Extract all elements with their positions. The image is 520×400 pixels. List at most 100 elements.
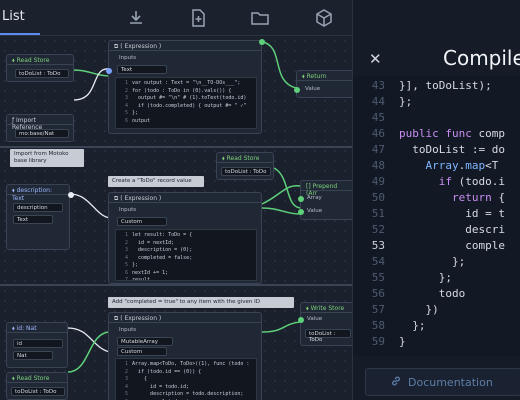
line-number: 5: [124, 262, 128, 268]
code-text: };: [132, 110, 139, 116]
prepend-node[interactable]: [] Prepend (Arr Array Value: [298, 180, 352, 220]
write-store-node[interactable]: ⬧ Write Store Value toDoList : ToDo: [298, 302, 352, 346]
code-text: id = todo.id;: [132, 383, 190, 390]
inputs-label: Inputs: [119, 207, 137, 213]
input-type-select[interactable]: Custom: [117, 347, 167, 356]
node-header: ⬧ Read Store: [217, 153, 273, 163]
code-line: 5};: [118, 262, 254, 270]
line-number: 59: [371, 335, 385, 348]
parameter-node[interactable]: ⬧ description: Text description Text: [6, 184, 74, 250]
param-type-select[interactable]: Text: [13, 215, 53, 224]
code-text: Array.map<ToDo, ToDo>((1), func (todo :: [132, 361, 250, 367]
node-header: ⬧ Read Store: [7, 55, 73, 65]
value-label: Value: [305, 86, 321, 92]
return-node[interactable]: ⬧ Return Value: [294, 70, 352, 98]
line-number: 6: [124, 269, 128, 276]
read-store-node[interactable]: ⬧ Read Store toDoList : ToDo: [216, 152, 274, 180]
code-text: description = (0);: [132, 247, 193, 253]
code-line: 3 description = (0);: [118, 247, 254, 255]
expression-node[interactable]: ⧉ ( Expression ) Inputs MutableArray Cus…: [108, 312, 262, 400]
line-number: 1: [124, 80, 128, 86]
comment-note[interactable]: Create a "ToDo" record value: [108, 176, 204, 187]
package-icon[interactable]: [314, 8, 334, 28]
code-line: 2 id = nextId;: [118, 240, 254, 248]
line-number: 2: [124, 87, 128, 94]
line-number: 4: [124, 254, 128, 261]
download-icon[interactable]: [126, 8, 146, 28]
import-path-field[interactable]: mo:base/Nat: [15, 129, 69, 138]
panel-title: Compile: [443, 46, 520, 70]
documentation-button[interactable]: Documentation: [365, 368, 520, 396]
code-text: output: [132, 117, 151, 124]
project-title[interactable]: List: [2, 9, 25, 24]
new-file-icon[interactable]: [188, 8, 208, 28]
code-text: id = t: [465, 207, 505, 220]
line-number: 5: [124, 110, 128, 116]
code-line: 4 completed = false;: [118, 255, 254, 263]
comment-note[interactable]: Add "completed = true" to any item with …: [108, 297, 294, 308]
compiled-code-line: 43}], toDoList);: [353, 78, 520, 94]
param-name-field[interactable]: id: [13, 339, 63, 348]
param-name-field[interactable]: description: [13, 203, 63, 212]
line-number: 2: [124, 239, 128, 246]
input-port[interactable]: [106, 68, 112, 74]
store-select[interactable]: toDoList : ToDo: [11, 387, 65, 396]
output-port[interactable]: [68, 192, 74, 198]
compiled-code-line: 50 return {: [353, 190, 520, 206]
comment-note[interactable]: Import from Motoko base library: [10, 149, 84, 167]
line-number: 56: [371, 287, 385, 300]
code-text: if (todo.id == (0)) {: [132, 368, 202, 375]
compiled-code-line: 56 todo: [353, 286, 520, 302]
compiled-code-line: 59}: [353, 334, 520, 350]
code-text: toDoList := do: [412, 143, 505, 156]
code-text: };: [132, 262, 139, 268]
node-header: ⬧ description: Text: [7, 185, 69, 202]
folder-icon[interactable]: [250, 8, 270, 28]
code-text: var output : Text = "\n__TO-DOs___";: [132, 80, 241, 86]
value-port[interactable]: [298, 209, 304, 215]
parameter-node[interactable]: ⬧ id: Nat id Nat: [6, 322, 68, 368]
node-header: ⬧ Write Store: [301, 303, 352, 313]
line-number: 50: [371, 191, 385, 204]
compiled-code-view[interactable]: 43}], toDoList); 44}; 45 46 public func comp…: [353, 76, 520, 356]
value-port[interactable]: [298, 317, 304, 323]
expression-node[interactable]: ⧉ ( Expression ) Inputs Text 1 var output…: [106, 40, 262, 134]
code-editor[interactable]: 1 var output : Text = "\n__TO-DOs___"; 2 fo…: [115, 77, 257, 129]
output-port[interactable]: [259, 39, 265, 45]
array-port[interactable]: [298, 196, 304, 202]
documentation-label: Documentation: [408, 376, 493, 389]
graph-canvas[interactable]: ⬧ Read Store toDoList : ToDo ƒ Import Re…: [0, 36, 352, 400]
compiled-code-line: 58 };: [353, 318, 520, 334]
store-select[interactable]: toDoList : ToDo: [221, 167, 271, 176]
code-line: 3 {: [118, 376, 254, 384]
code-editor[interactable]: 1 let result: ToDo = {2 id = nextId; 3 des…: [115, 229, 257, 281]
input-type-select[interactable]: Text: [117, 65, 167, 74]
line-number: 57: [371, 303, 385, 316]
read-store-node[interactable]: ⬧ Read Store toDoList : ToDo: [6, 372, 68, 400]
code-editor[interactable]: 1 Array.map<ToDo, ToDo>((1), func (todo :…: [115, 358, 257, 400]
compiled-code-line: 57 }): [353, 302, 520, 318]
code-text: public func comp: [399, 127, 505, 140]
value-port[interactable]: [294, 87, 300, 93]
param-type-select[interactable]: Nat: [13, 351, 53, 360]
code-text: id = nextId;: [132, 239, 175, 246]
node-header: ⬧ Return: [297, 71, 352, 81]
store-select[interactable]: toDoList : ToDo: [15, 69, 69, 78]
code-text: }): [425, 303, 439, 316]
line-number: 44: [371, 95, 385, 108]
store-select[interactable]: toDoList : ToDo: [305, 329, 351, 343]
import-reference-node[interactable]: ƒ Import Reference mo:base/Nat: [6, 114, 74, 142]
input-type-select[interactable]: MutableArray: [117, 337, 173, 346]
value-label: Value: [307, 208, 323, 214]
line-number: 1: [124, 361, 128, 367]
code-text: };: [438, 271, 452, 284]
node-header: ⬧ id: Nat: [7, 323, 67, 333]
compiled-code-line: 52 descri: [353, 222, 520, 238]
close-icon[interactable]: ✕: [369, 50, 382, 68]
expression-node[interactable]: ⧉ ( Expression ) Inputs Custom 1 let resu…: [108, 192, 262, 284]
line-number: 45: [371, 111, 385, 124]
code-text: completed = false;: [132, 254, 193, 261]
read-store-node[interactable]: ⬧ Read Store toDoList : ToDo: [6, 54, 74, 82]
code-text: comple: [465, 239, 505, 252]
type-select[interactable]: Custom: [117, 217, 167, 226]
